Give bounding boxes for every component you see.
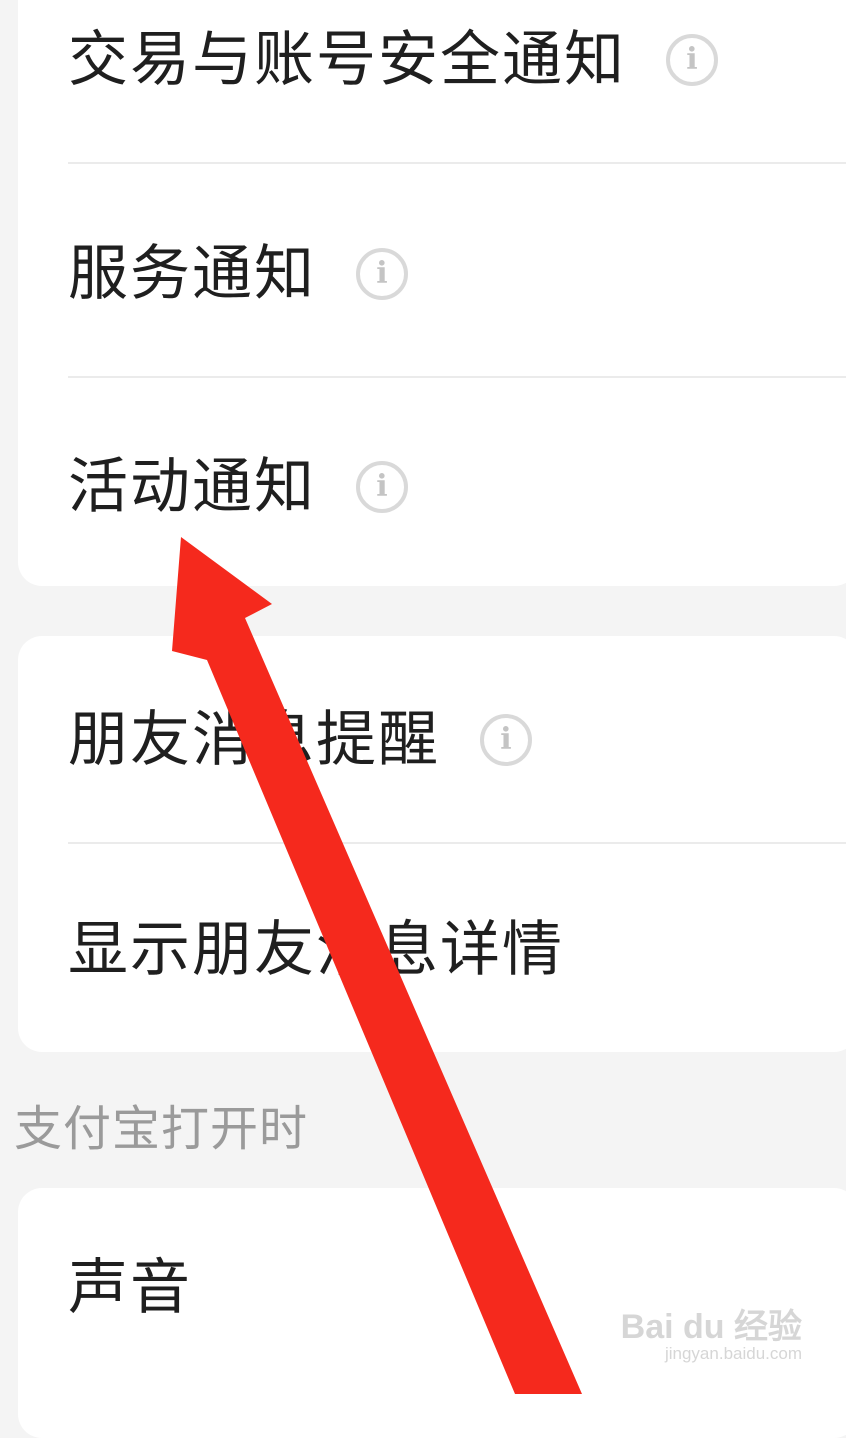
setting-label: 活动通知 xyxy=(68,452,316,522)
section-title-when-alipay-open: 支付宝打开时 xyxy=(14,1101,309,1157)
info-icon[interactable]: i xyxy=(356,248,408,300)
setting-row-trade-account-security[interactable]: 交易与账号安全通知 i xyxy=(68,30,718,90)
setting-row-show-friend-message-details[interactable]: 显示朋友消息详情 xyxy=(68,920,564,980)
settings-card-notifications: 交易与账号安全通知 i 服务通知 i 活动通知 i xyxy=(18,0,846,586)
setting-label: 声音 xyxy=(68,1253,192,1323)
watermark-url: jingyan.baidu.com xyxy=(664,1344,802,1363)
setting-label: 服务通知 xyxy=(68,239,316,309)
setting-row-activity-notification[interactable]: 活动通知 i xyxy=(68,457,408,517)
info-icon[interactable]: i xyxy=(356,461,408,513)
divider xyxy=(68,162,846,164)
info-icon[interactable]: i xyxy=(666,34,718,86)
setting-row-friend-message-reminder[interactable]: 朋友消息提醒 i xyxy=(68,710,532,770)
setting-row-sound[interactable]: 声音 xyxy=(68,1258,192,1318)
setting-label: 朋友消息提醒 xyxy=(68,705,440,775)
divider xyxy=(68,842,846,844)
settings-card-friend-messages: 朋友消息提醒 i 显示朋友消息详情 xyxy=(18,636,846,1052)
setting-label: 显示朋友消息详情 xyxy=(68,915,564,985)
setting-label: 交易与账号安全通知 xyxy=(68,25,626,95)
setting-row-service-notification[interactable]: 服务通知 i xyxy=(68,244,408,304)
baidu-jingyan-watermark: Bai du 经验 jingyan.baidu.com xyxy=(621,1310,802,1364)
divider xyxy=(68,376,846,378)
watermark-brand: Bai du 经验 xyxy=(620,1308,802,1346)
info-icon[interactable]: i xyxy=(480,714,532,766)
